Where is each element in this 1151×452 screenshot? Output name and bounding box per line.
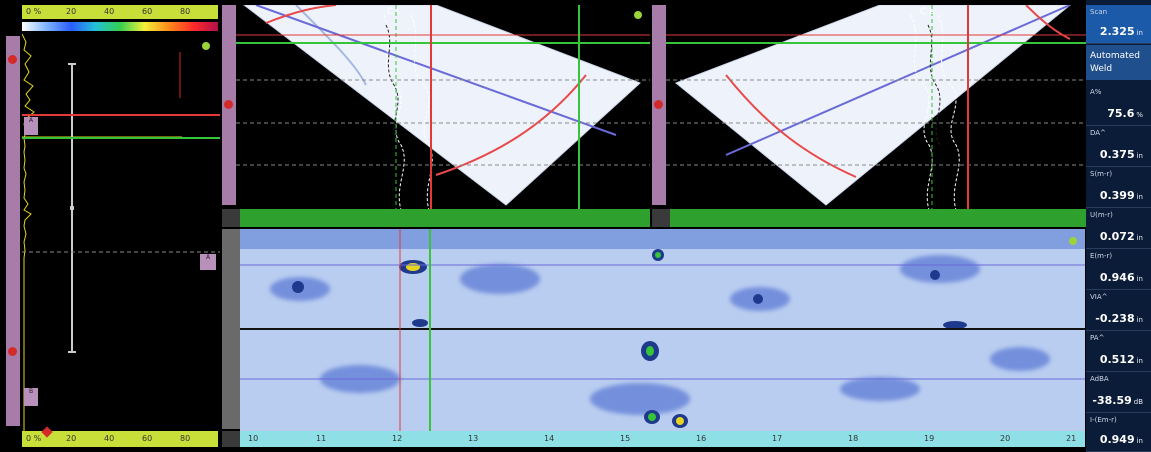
gate-a-line[interactable] <box>22 114 220 116</box>
reading-label: VIA^ <box>1090 293 1108 301</box>
reading-label: PA^ <box>1090 334 1105 342</box>
reading-label: AdBA <box>1090 375 1109 383</box>
reading-value: 0.949 <box>1099 433 1135 446</box>
reading-value: 0.399 <box>1099 189 1135 202</box>
reading-item[interactable]: PA^ 0.512 in <box>1086 331 1151 372</box>
reading-unit: in <box>1136 29 1143 37</box>
ruler-corner <box>222 209 240 227</box>
mode-line1: Automated <box>1090 51 1140 61</box>
reading-label: I-(Em-r) <box>1090 416 1117 424</box>
sscan-right-panel[interactable]: C L <box>652 5 1086 210</box>
ascan-top-ruler: 0 % 20 40 60 80 <box>22 5 218 19</box>
ascan-top-tick: 40 <box>104 7 115 16</box>
cscan-x-tick: 16 <box>696 434 707 443</box>
ascan-top-tick: 0 % <box>26 7 42 16</box>
ruler-marker-dot <box>654 100 663 109</box>
cscan-x-tick: 15 <box>620 434 631 443</box>
ascan-bottom-tick: 60 <box>142 434 153 443</box>
ascan-bottom-tick: 40 <box>104 434 115 443</box>
reading-value: -0.238 <box>1095 312 1135 325</box>
reading-unit: % <box>1136 111 1143 119</box>
sscan-right-index-ruler[interactable] <box>670 209 1086 227</box>
ascan-waveform <box>22 34 220 432</box>
ruler-marker-dot <box>8 55 17 64</box>
sscan-left-panel[interactable]: C L <box>222 5 650 210</box>
ascan-top-tick: 60 <box>142 7 153 16</box>
reading-item[interactable]: E(m-r) 0.946 in <box>1086 249 1151 290</box>
ruler-marker-dot <box>224 100 233 109</box>
ascan-bottom-tick: 80 <box>180 434 191 443</box>
reading-unit: in <box>1136 437 1143 445</box>
ruler-marker-dot <box>8 347 17 356</box>
reading-label: Scan <box>1090 8 1108 16</box>
gate-b-line[interactable] <box>22 137 220 139</box>
reading-value: 75.6 <box>1107 107 1135 120</box>
sscan-right-cl-label: C L <box>920 7 935 17</box>
reading-value: 0.375 <box>1099 148 1135 161</box>
cscan-x-tick: 20 <box>1000 434 1011 443</box>
reading-label: E(m-r) <box>1090 252 1113 260</box>
cscan-depth-ruler[interactable] <box>222 229 240 429</box>
cscan-x-tick: 12 <box>392 434 403 443</box>
cscan-x-tick: 19 <box>924 434 935 443</box>
cscan-x-tick: 14 <box>544 434 555 443</box>
reading-value: 0.512 <box>1099 353 1135 366</box>
reading-unit: dB <box>1133 398 1143 406</box>
reading-item[interactable]: A% 75.6% <box>1086 85 1151 126</box>
ascan-bottom-ruler: 0 % 20 40 60 80 <box>22 431 218 447</box>
cscan-x-tick: 18 <box>848 434 859 443</box>
reading-item[interactable]: S(m-r) 0.399 in <box>1086 167 1151 208</box>
ascan-panel[interactable]: 0 % 20 40 60 80 A B A 0 % 20 40 60 80 <box>0 0 220 452</box>
reading-label: U(m-r) <box>1090 211 1113 219</box>
reading-unit: in <box>1136 357 1143 365</box>
sscan-left-cl-label: C L <box>387 7 402 17</box>
reading-item[interactable]: DA^ 0.375 in <box>1086 126 1151 167</box>
reading-value: 0.072 <box>1099 230 1135 243</box>
mode-selector[interactable]: Automated Weld <box>1086 45 1151 80</box>
reading-label: A% <box>1090 88 1102 96</box>
cscan-x-tick: 10 <box>248 434 259 443</box>
reading-unit: in <box>1136 275 1143 283</box>
reading-value: -38.59 <box>1092 394 1132 407</box>
cscan-x-tick: 13 <box>468 434 479 443</box>
reading-item[interactable]: I-(Em-r) 0.949 in <box>1086 413 1151 452</box>
ascan-marker-b[interactable]: B <box>24 388 38 406</box>
color-palette-bar <box>22 22 218 31</box>
cscan-scan-ruler[interactable]: 10 11 12 13 14 15 16 17 18 19 20 21 <box>240 431 1085 447</box>
reading-value: 2.325 <box>1099 25 1135 38</box>
cscan-x-tick: 21 <box>1066 434 1077 443</box>
ascan-marker-a[interactable]: A <box>24 117 38 135</box>
reading-unit: in <box>1136 234 1143 242</box>
sscan-left-index-ruler[interactable] <box>240 209 650 227</box>
reading-unit: in <box>1136 193 1143 201</box>
reading-label: S(m-r) <box>1090 170 1113 178</box>
sscan-right-image <box>666 5 1086 210</box>
ascan-top-tick: 80 <box>180 7 191 16</box>
ascan-bottom-tick: 0 % <box>26 434 42 443</box>
reading-unit: in <box>1136 152 1143 160</box>
reading-unit: in <box>1136 316 1143 324</box>
ascan-right-marker[interactable]: A <box>200 254 216 270</box>
mode-line2: Weld <box>1090 64 1113 74</box>
reading-item[interactable]: AdBA -38.59 dB <box>1086 372 1151 413</box>
reading-item[interactable]: VIA^ -0.238 in <box>1086 290 1151 331</box>
ruler-corner <box>652 209 670 227</box>
ascan-top-tick: 20 <box>66 7 77 16</box>
ruler-corner <box>222 431 240 447</box>
readings-panel: Scan 2.325 in Automated Weld A% 75.6% DA^… <box>1086 0 1151 452</box>
cscan-image[interactable] <box>240 229 1085 431</box>
sscan-left-image <box>236 5 650 210</box>
cscan-x-tick: 11 <box>316 434 327 443</box>
reading-label: DA^ <box>1090 129 1106 137</box>
reading-scan[interactable]: Scan 2.325 in <box>1086 5 1151 44</box>
ascan-depth-ruler[interactable] <box>6 36 20 426</box>
cscan-x-tick: 17 <box>772 434 783 443</box>
reading-value: 0.946 <box>1099 271 1135 284</box>
reading-item[interactable]: U(m-r) 0.072 in <box>1086 208 1151 249</box>
ascan-bottom-tick: 20 <box>66 434 77 443</box>
